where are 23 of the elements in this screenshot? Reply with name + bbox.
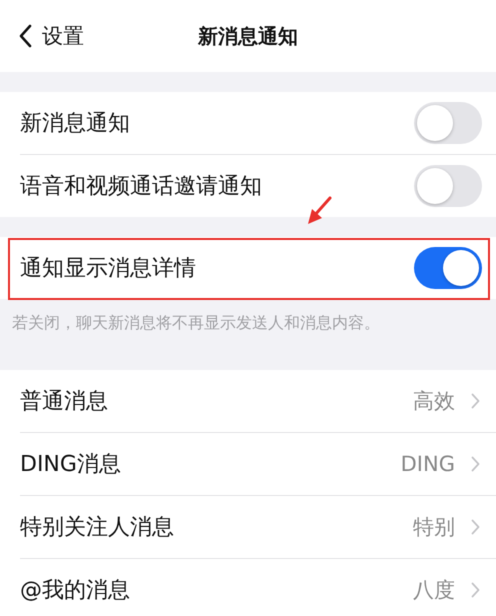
toggle-switch[interactable]	[414, 165, 482, 207]
setting-value: 八度	[413, 577, 455, 604]
chevron-right-icon	[471, 519, 480, 535]
chevron-right-icon	[471, 582, 480, 598]
annotation-arrow-icon	[306, 196, 332, 226]
back-icon	[18, 24, 32, 48]
chevron-right-icon	[471, 393, 480, 409]
setting-value: DING	[400, 452, 455, 476]
footer-note: 若关闭，聊天新消息将不再显示发送人和消息内容。	[12, 313, 380, 332]
setting-label: 通知显示消息详情	[20, 255, 197, 283]
setting-label: 新消息通知	[20, 110, 131, 138]
toggle-switch[interactable]	[414, 102, 482, 144]
setting-label: DING消息	[20, 451, 122, 479]
page-title: 新消息通知	[198, 22, 298, 50]
toggle-switch[interactable]	[414, 247, 482, 289]
setting-label: 普通消息	[20, 388, 109, 416]
setting-label: 语音和视频通话邀请通知	[20, 173, 263, 201]
setting-value: 特别	[413, 514, 455, 541]
setting-label: 特别关注人消息	[20, 514, 175, 542]
setting-label: @我的消息	[20, 577, 131, 605]
chevron-right-icon	[471, 456, 480, 472]
back-button[interactable]: 设置	[18, 22, 84, 50]
setting-value: 高效	[413, 388, 455, 415]
